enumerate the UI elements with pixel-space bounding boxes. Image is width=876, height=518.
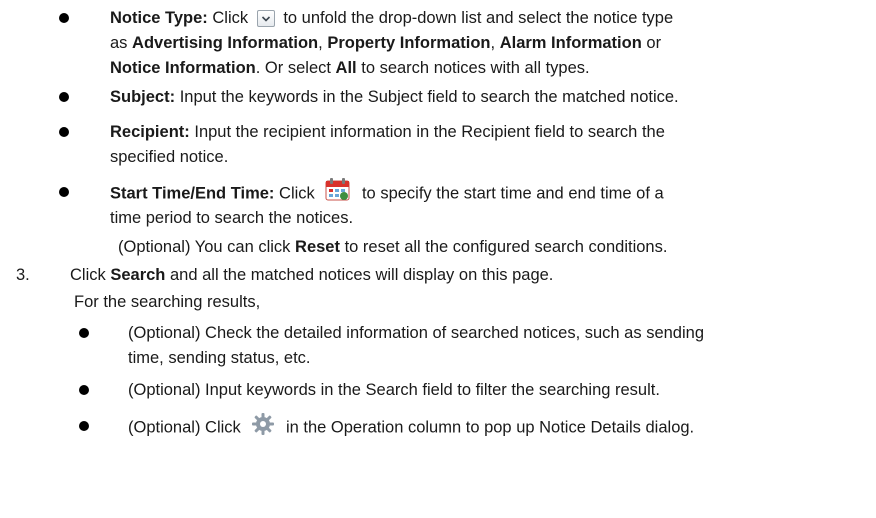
bullet (59, 13, 69, 23)
search-label: Search (110, 266, 166, 284)
time-label: Start Time/End Time: (110, 184, 275, 203)
option-all: All (335, 59, 357, 77)
notice-type-line-2: as Advertising Information, Property Inf… (110, 34, 662, 52)
subject-line: Subject: Input the keywords in the Subje… (110, 88, 679, 106)
subject-label: Subject: (110, 88, 176, 106)
calendar-icon (325, 178, 351, 206)
bullet (59, 187, 69, 197)
time-line-2: time period to search the notices. (110, 209, 354, 227)
step-3-number: 3. (16, 266, 30, 284)
notice-type-label: Notice Type: (110, 9, 208, 27)
results-intro: For the searching results, (74, 293, 261, 311)
recipient-label: Recipient: (110, 123, 190, 141)
time-line-1: Start Time/End Time: Click to specify th… (110, 178, 664, 206)
reset-label: Reset (295, 238, 340, 256)
option-notice: Notice Information (110, 59, 256, 77)
bullet (79, 385, 89, 395)
option-alarm: Alarm Information (499, 34, 642, 52)
bullet (79, 421, 89, 431)
option-advertising: Advertising Information (132, 34, 319, 52)
notice-type-line-3: Notice Information. Or select All to sea… (110, 59, 590, 77)
bullet (79, 328, 89, 338)
gear-icon (251, 413, 275, 440)
result-2-line: (Optional) Input keywords in the Search … (128, 381, 660, 399)
bullet (59, 127, 69, 137)
result-3-line: (Optional) Click in the Operation column… (128, 413, 694, 440)
step-3-line: Click Search and all the matched notices… (70, 266, 554, 284)
dropdown-arrow-icon (256, 10, 275, 28)
reset-line: (Optional) You can click Reset to reset … (118, 238, 668, 256)
notice-type-line-1: Notice Type: Click to unfold the drop-do… (110, 9, 674, 28)
bullet (59, 92, 69, 102)
recipient-line-1: Recipient: Input the recipient informati… (110, 123, 665, 141)
result-1-line-1: (Optional) Check the detailed informatio… (128, 324, 704, 342)
option-property: Property Information (327, 34, 491, 52)
recipient-line-2: specified notice. (110, 148, 229, 166)
result-1-line-2: time, sending status, etc. (128, 349, 311, 367)
